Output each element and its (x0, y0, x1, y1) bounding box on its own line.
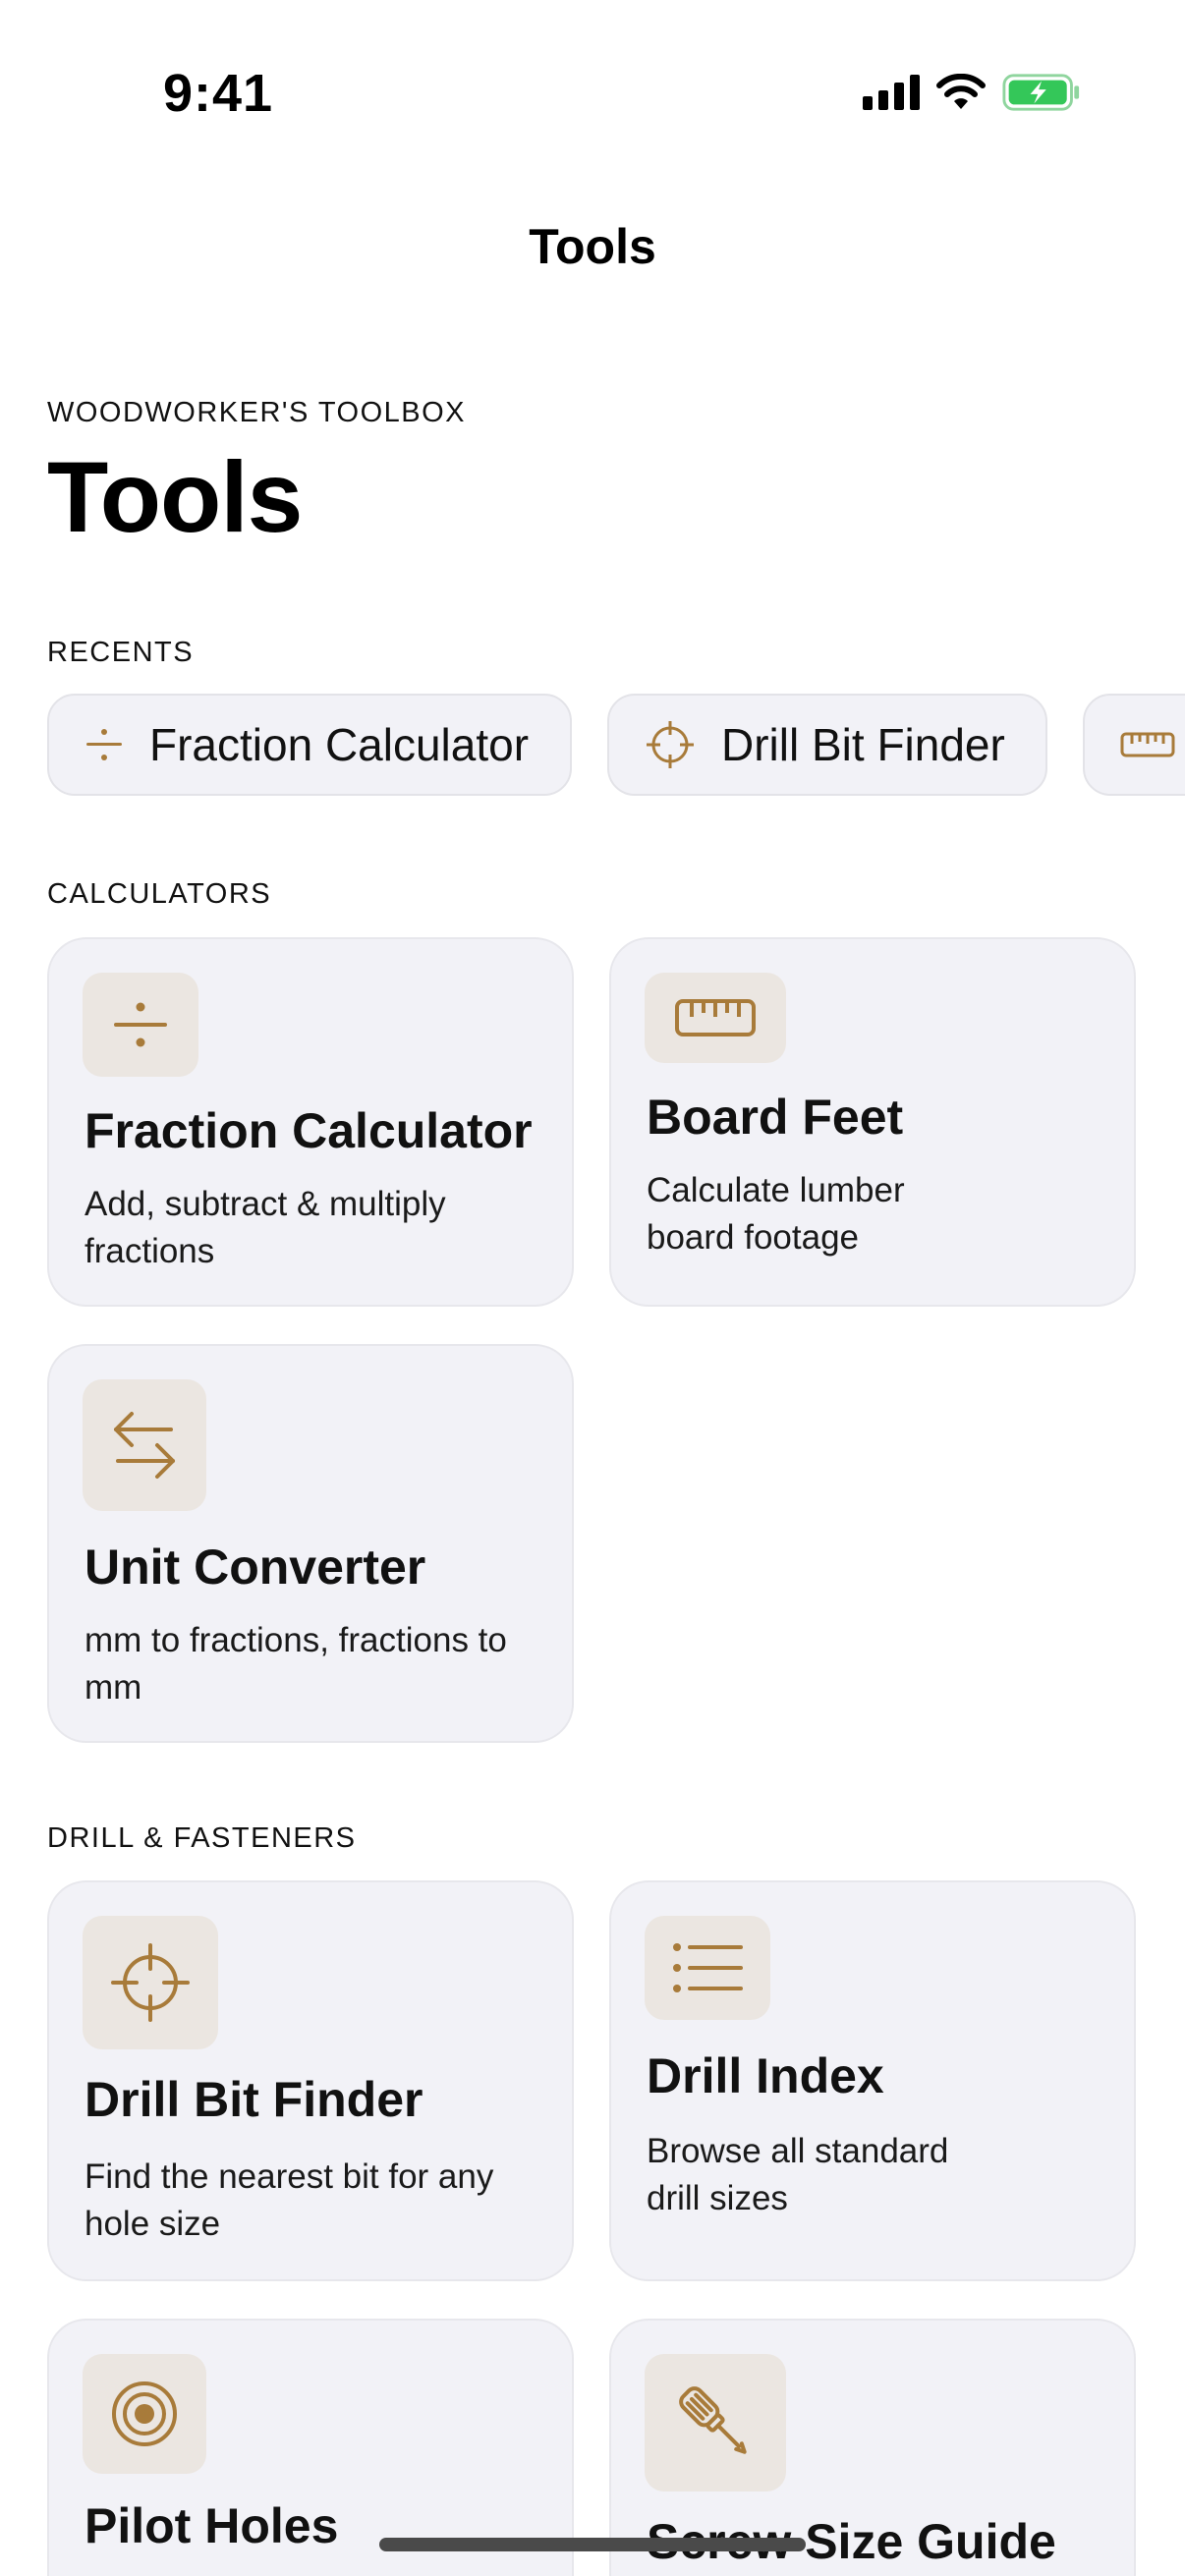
card-title: Drill Index (647, 2048, 884, 2103)
cellular-signal-icon (863, 75, 920, 110)
card-icon-tile (645, 973, 786, 1063)
card-icon-tile (645, 1916, 770, 2020)
card-title: Board Feet (647, 1090, 904, 1145)
card-icon-tile (645, 2354, 786, 2492)
recent-chip-label: Drill Bit Finder (721, 719, 1005, 770)
battery-charging-icon (1002, 74, 1080, 111)
card-subtitle: Browse all standard drill sizes (647, 2132, 949, 2217)
card-icon-tile (83, 2354, 206, 2474)
recents-section-label: RECENTS (47, 637, 195, 668)
home-indicator[interactable] (379, 2538, 806, 2551)
card-icon-tile (83, 1916, 218, 2049)
status-time: 9:41 (163, 64, 274, 123)
card-fraction-calculator[interactable]: Fraction Calculator Add, subtract & mult… (47, 937, 574, 1307)
card-unit-converter[interactable]: Unit Converter mm to fractions, fraction… (47, 1344, 574, 1743)
card-title: Fraction Calculator (85, 1103, 533, 1158)
app-subtitle: WOODWORKER'S TOOLBOX (47, 397, 467, 428)
recent-chip-drill-bit-finder[interactable]: Drill Bit Finder (607, 694, 1047, 796)
card-icon-tile (83, 1379, 206, 1511)
crosshair-icon (647, 721, 694, 768)
arrows-exchange-icon (114, 1412, 175, 1479)
card-drill-index[interactable]: Drill Index Browse all standard drill si… (609, 1880, 1136, 2281)
page-title: Tools (47, 441, 303, 553)
card-subtitle: Calculate lumber board footage (647, 1171, 905, 1257)
card-title: Drill Bit Finder (85, 2072, 423, 2127)
recents-scroller[interactable]: Fraction Calculator Drill Bit Finder (47, 694, 1185, 800)
divide-icon (86, 729, 122, 760)
screwdriver-icon (679, 2386, 747, 2454)
divide-icon (114, 1002, 167, 1047)
ruler-icon (675, 999, 756, 1036)
target-icon (112, 2381, 177, 2446)
recent-chip-label: Fraction Calculator (149, 719, 530, 770)
wifi-icon (936, 74, 986, 109)
recent-chip-board-feet[interactable] (1083, 694, 1185, 796)
status-icons (863, 73, 1081, 112)
calculators-section-label: CALCULATORS (47, 878, 272, 910)
card-title: Pilot Holes (85, 2498, 339, 2553)
card-title: Unit Converter (85, 1540, 426, 1595)
card-drill-bit-finder[interactable]: Drill Bit Finder Find the nearest bit fo… (47, 1880, 574, 2281)
drill-section-label: DRILL & FASTENERS (47, 1822, 357, 1854)
card-subtitle: Find the nearest bit for any hole size (85, 2157, 494, 2243)
tools-screen: 9:41 Tools WOODWORKER'S TOOLBOX Tools RE… (0, 0, 1185, 2576)
card-subtitle: mm to fractions, fractions to mm (85, 1621, 507, 1707)
card-icon-tile (83, 973, 198, 1077)
nav-title: Tools (529, 219, 656, 274)
card-subtitle: Add, subtract & multiply fractions (85, 1185, 446, 1270)
ruler-icon (1120, 732, 1175, 757)
list-icon (673, 1943, 743, 1992)
crosshair-icon (111, 1943, 190, 2022)
card-board-feet[interactable]: Board Feet Calculate lumber board footag… (609, 937, 1136, 1307)
recent-chip-fraction-calculator[interactable]: Fraction Calculator (47, 694, 572, 796)
